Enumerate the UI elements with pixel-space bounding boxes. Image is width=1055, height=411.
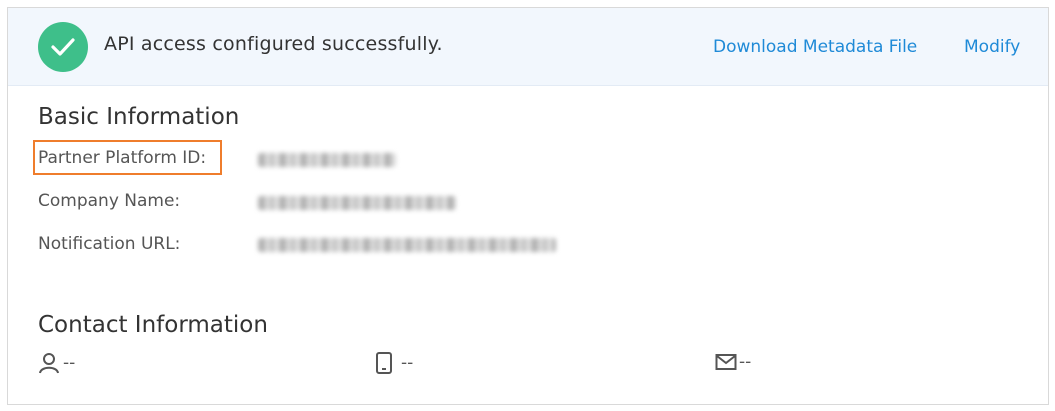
download-metadata-link[interactable]: Download Metadata File [713, 37, 917, 57]
partner-platform-id-label: Partner Platform ID: [38, 148, 207, 168]
contact-email: -- [715, 352, 751, 372]
contact-name-value: -- [63, 353, 76, 373]
partner-platform-id-value [258, 153, 396, 167]
notification-url-value [258, 238, 556, 252]
contact-phone-value: -- [401, 353, 414, 373]
basic-information-title: Basic Information [38, 104, 240, 130]
user-icon [38, 352, 60, 374]
success-message: API access configured successfully. [104, 33, 443, 55]
modify-link[interactable]: Modify [964, 37, 1020, 57]
contact-information-title: Contact Information [38, 312, 268, 338]
contact-phone: -- [375, 352, 413, 374]
company-name-label: Company Name: [38, 191, 181, 211]
notification-url-label: Notification URL: [38, 234, 181, 254]
contact-email-value: -- [739, 352, 752, 372]
success-banner: API access configured successfully. Down… [8, 8, 1048, 86]
company-name-value [258, 196, 456, 210]
contact-name: -- [38, 352, 75, 374]
success-check-icon [38, 22, 88, 72]
mobile-phone-icon [375, 352, 393, 374]
api-config-panel: API access configured successfully. Down… [7, 7, 1049, 405]
mail-icon [715, 353, 737, 371]
